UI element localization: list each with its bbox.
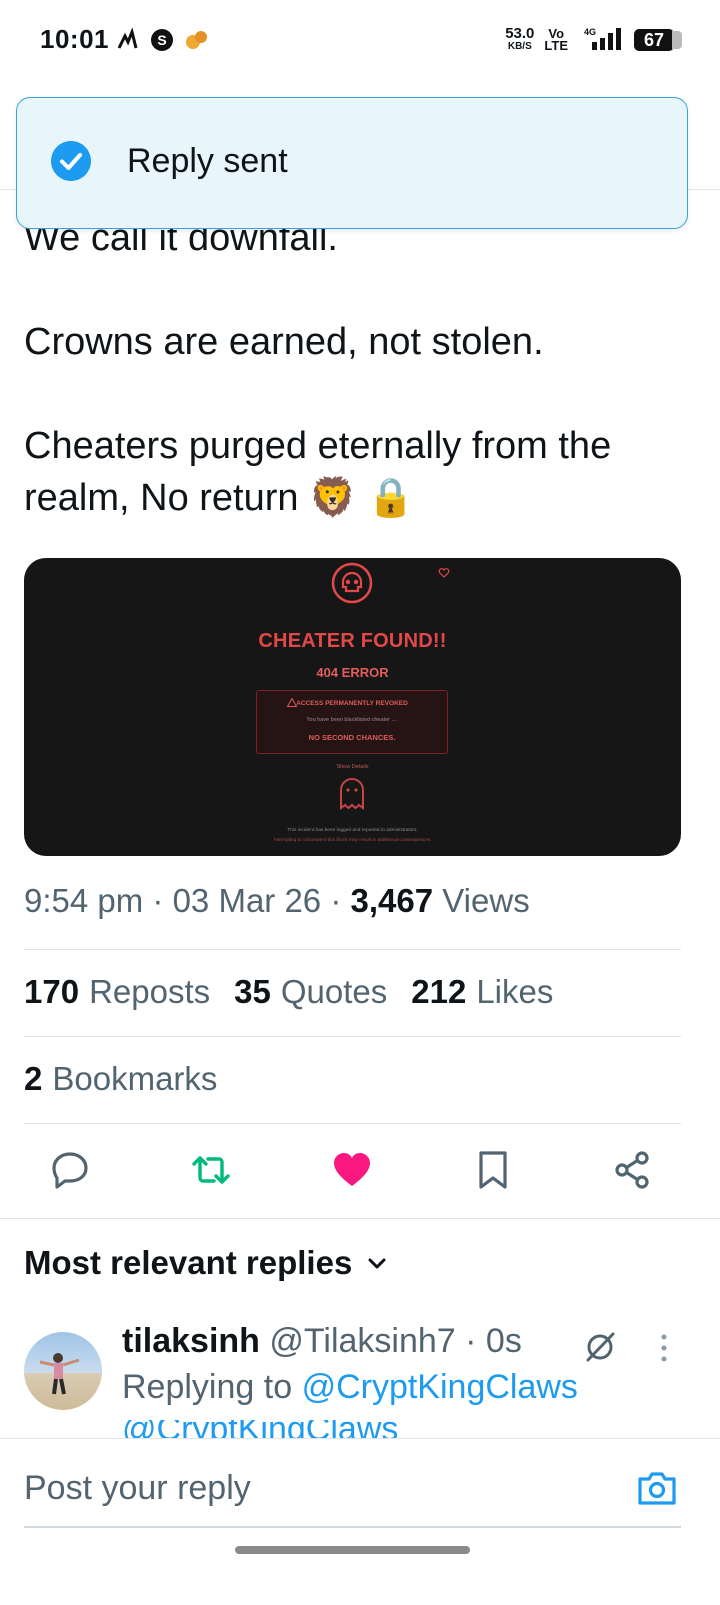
avatar-person-icon (39, 1353, 80, 1395)
media-title: CHEATER FOUND!! (258, 630, 447, 652)
tweet-text-line: Cheaters purged eternally from the realm… (24, 425, 612, 519)
avatar[interactable] (24, 1332, 102, 1410)
tweet-text-line: Crowns are earned, not stolen. (24, 321, 544, 363)
media-show-details: Show Details (336, 764, 369, 770)
divider (0, 1218, 720, 1219)
status-time: 10:01 (40, 24, 109, 54)
warning-line: NO SECOND CHANCES. (308, 733, 396, 742)
like-icon[interactable] (332, 1150, 372, 1190)
divider (24, 1036, 681, 1037)
tweet-date: 03 Mar 26 (172, 882, 322, 919)
tweet-media-image[interactable]: CHEATER FOUND!! 404 ERROR ACCESS PERMANE… (24, 558, 681, 856)
heart-outline-icon (438, 568, 450, 578)
bookmarks-stat[interactable]: 2 Bookmarks (24, 1060, 217, 1098)
reply-composer: Post your reply (0, 1438, 720, 1605)
engagement-stats: 170 Reposts 35 Quotes 212 Likes (24, 973, 553, 1011)
replying-to: Replying to @CryptKingClaws (122, 1368, 578, 1406)
reply-input[interactable]: Post your reply (24, 1469, 251, 1508)
reposts-stat[interactable]: 170 Reposts (24, 973, 210, 1011)
warning-line: ACCESS PERMANENTLY REVOKED (296, 700, 408, 707)
reply-author-name[interactable]: tilaksinh (122, 1322, 260, 1360)
status-bar: 10:01 S 53.0 KB/S Vo LTE 4G 67 (0, 0, 720, 84)
reply-sent-toast: Reply sent (16, 97, 688, 229)
battery-indicator: 67 (634, 29, 682, 51)
reply-author-handle: @Tilaksinh7 · 0s (269, 1322, 522, 1360)
divider (24, 1123, 681, 1124)
media-footer: This incident has been logged and report… (287, 828, 418, 833)
volte-indicator: Vo LTE (544, 26, 568, 53)
network-speed: 53.0 KB/S (505, 25, 535, 52)
views-count: 3,467 (350, 882, 434, 919)
chevron-down-icon (368, 1258, 386, 1269)
status-right: 53.0 KB/S Vo LTE 4G 67 (505, 25, 682, 54)
replying-to-handle[interactable]: @CryptKingClaws (302, 1368, 578, 1406)
media-subtitle: 404 ERROR (316, 665, 389, 680)
reply-icon[interactable] (50, 1150, 90, 1190)
quotes-stat[interactable]: 35 Quotes (234, 973, 387, 1011)
s-badge-icon: S (151, 29, 173, 51)
replies-sort-label: Most relevant replies (24, 1244, 353, 1281)
tweet-meta: 9:54 pm · 03 Mar 26 · 3,467 Views (24, 882, 530, 919)
camera-icon[interactable] (637, 1469, 677, 1507)
replies-sort-dropdown[interactable]: Most relevant replies (24, 1244, 388, 1282)
svg-text:S: S (157, 32, 166, 48)
gesture-nav-bar[interactable] (235, 1546, 470, 1554)
share-icon[interactable] (613, 1150, 653, 1190)
toast-message: Reply sent (127, 142, 288, 180)
divider (24, 949, 681, 950)
warning-icon (287, 698, 297, 707)
reply-header: tilaksinh @Tilaksinh7 · 0s (122, 1322, 522, 1361)
tweet-time: 9:54 pm (24, 882, 144, 919)
bookmark-icon[interactable] (473, 1150, 513, 1190)
check-circle-icon (51, 141, 91, 181)
ghost-icon (340, 778, 364, 810)
repost-icon[interactable] (191, 1150, 231, 1190)
reply-input-underline (24, 1526, 681, 1528)
skull-icon (331, 562, 373, 604)
more-options-icon[interactable] (654, 1333, 674, 1363)
signal-app-icon (117, 28, 138, 49)
app-badge-icon (186, 31, 207, 49)
cell-signal-icon: 4G (584, 27, 621, 50)
likes-stat[interactable]: 212 Likes (411, 973, 553, 1011)
notification-icons: S (116, 28, 210, 52)
media-warning-box: ACCESS PERMANENTLY REVOKED You have been… (256, 690, 448, 754)
grok-icon[interactable] (583, 1330, 617, 1364)
views-label: Views (442, 882, 530, 919)
reply-body-partial: @CryptKingClaws (122, 1420, 398, 1438)
network-type: 4G (584, 27, 596, 37)
media-footer: Attempting to circumvent this block may … (273, 838, 432, 843)
warning-line: You have been blacklisted cheater .... (306, 717, 398, 723)
